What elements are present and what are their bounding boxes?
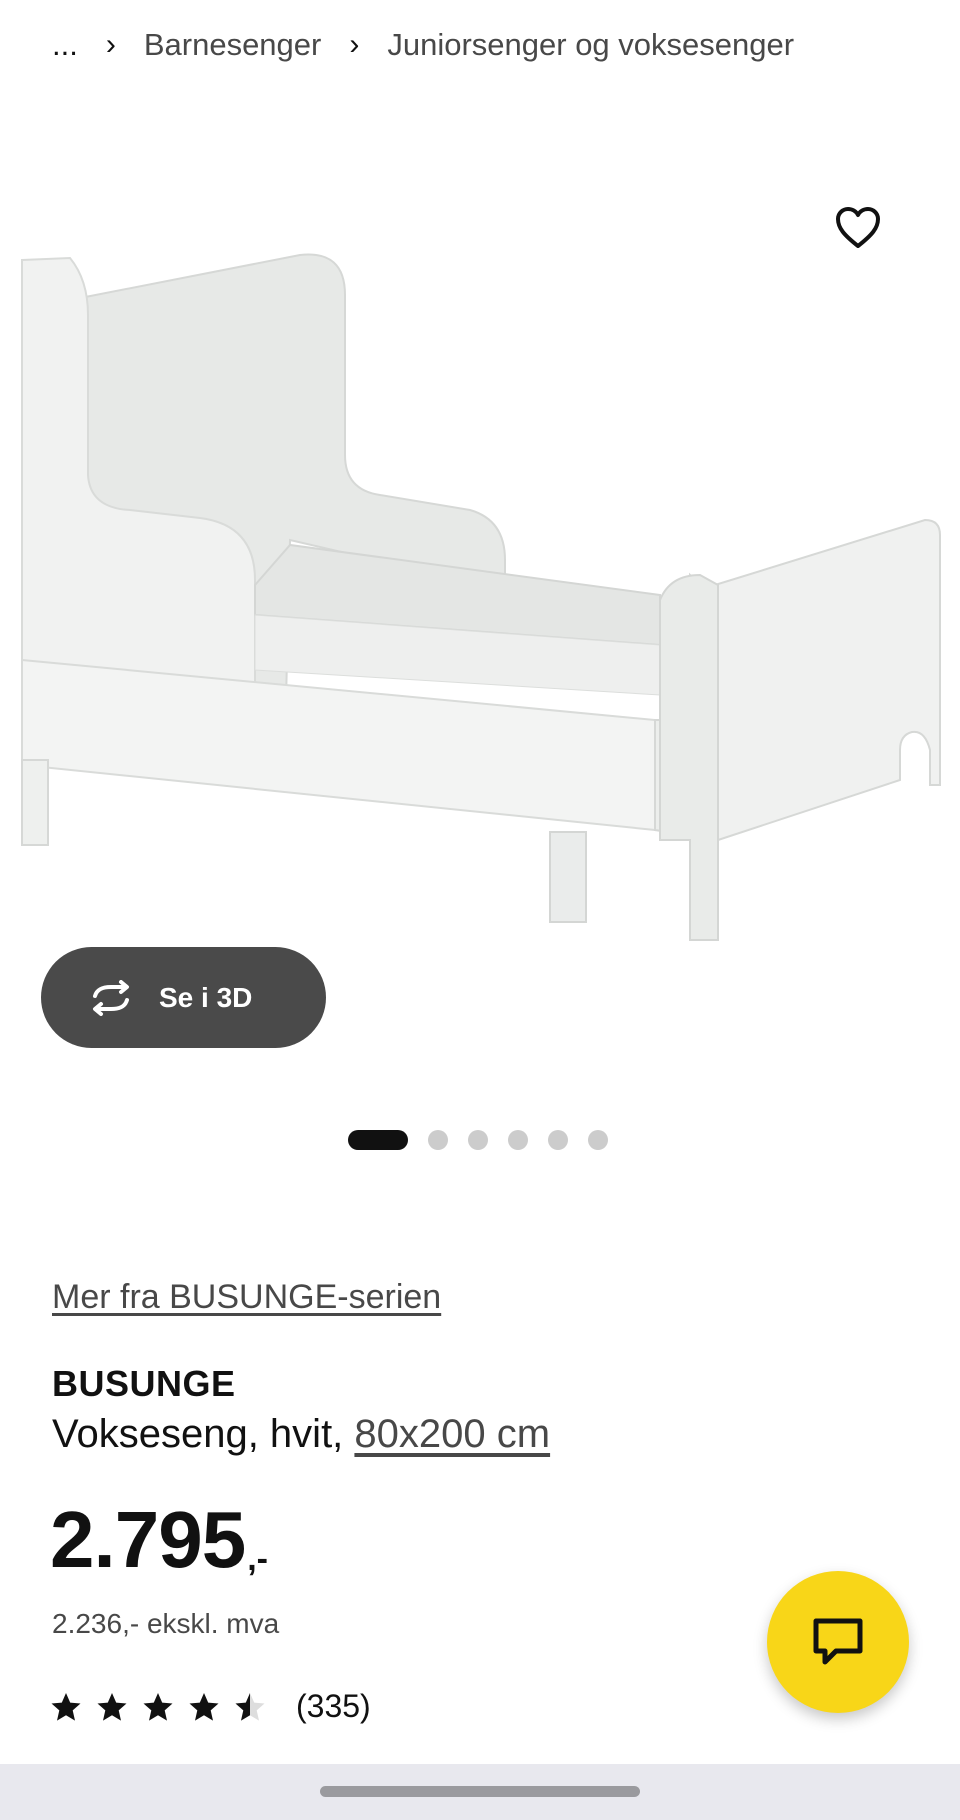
product-description: Vokseseng, hvit, 80x200 cm [52, 1412, 550, 1457]
product-image[interactable] [0, 240, 960, 980]
carousel-dot-4[interactable] [508, 1130, 528, 1150]
breadcrumb-ellipsis[interactable]: ... [52, 27, 78, 63]
star-full-icon [51, 1692, 81, 1721]
star-full-icon [97, 1692, 127, 1721]
star-full-icon [189, 1692, 219, 1721]
product-page: ... › Barnesenger › Juniorsenger og voks… [0, 0, 960, 1820]
rating-count: (335) [296, 1688, 371, 1724]
price-decimal: ,- [247, 1540, 268, 1578]
carousel-dot-2[interactable] [428, 1130, 448, 1150]
home-indicator[interactable] [320, 1786, 640, 1797]
chevron-right-icon: › [349, 28, 360, 61]
view-3d-label: Se i 3D [159, 981, 253, 1013]
series-link[interactable]: Mer fra BUSUNGE-serien [52, 1278, 441, 1317]
price: 2.795 ,- [50, 1500, 268, 1580]
rotate-3d-icon [93, 979, 129, 1016]
star-half-icon [235, 1692, 265, 1721]
carousel-dot-6[interactable] [588, 1130, 608, 1150]
star-full-icon [143, 1692, 173, 1721]
carousel-dot-1[interactable] [348, 1130, 408, 1150]
breadcrumb-item-juniorsenger[interactable]: Juniorsenger og voksesenger [387, 27, 794, 63]
rating[interactable]: (335) [50, 1688, 371, 1725]
product-type: Vokseseng, hvit, [52, 1412, 344, 1456]
rating-stars [50, 1691, 266, 1723]
price-excl-vat: 2.236,- ekskl. mva [52, 1608, 280, 1639]
chat-button[interactable] [767, 1571, 909, 1713]
breadcrumb: ... › Barnesenger › Juniorsenger og voks… [52, 22, 794, 68]
chat-bubble-icon [813, 1618, 863, 1665]
carousel-indicator [348, 1129, 608, 1151]
price-integer: 2.795 [50, 1495, 246, 1584]
product-name: BUSUNGE [52, 1363, 236, 1404]
view-3d-button[interactable]: Se i 3D [41, 947, 326, 1048]
size-link[interactable]: 80x200 cm [354, 1412, 550, 1456]
carousel-dot-5[interactable] [548, 1130, 568, 1150]
carousel-dot-3[interactable] [468, 1130, 488, 1150]
chevron-right-icon: › [105, 28, 116, 61]
breadcrumb-item-barnesenger[interactable]: Barnesenger [144, 27, 322, 63]
